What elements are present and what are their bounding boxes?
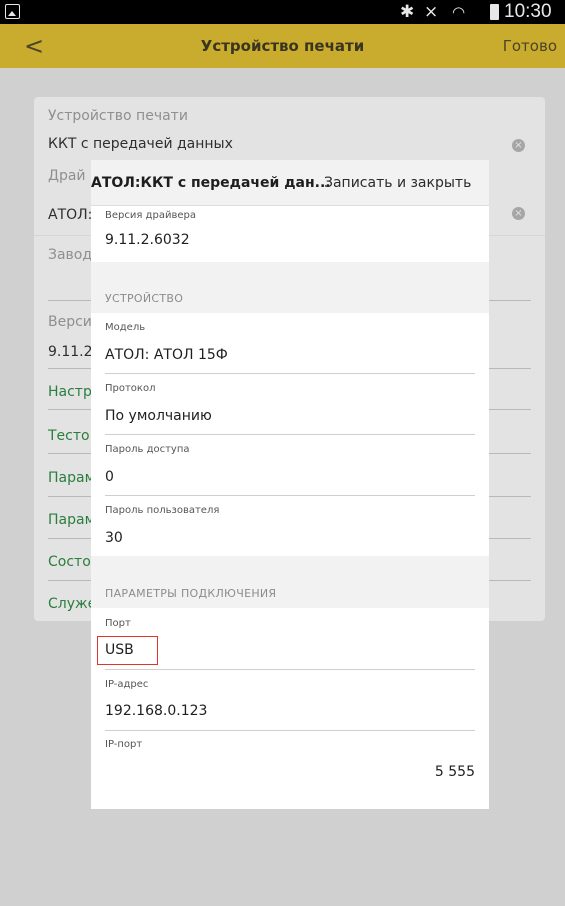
clear-device-icon[interactable]: × — [512, 139, 525, 152]
device-section-header: УСТРОЙСТВО — [105, 292, 184, 305]
model-label: Модель — [105, 322, 146, 333]
model-field[interactable]: АТОЛ: АТОЛ 15Ф — [105, 347, 228, 363]
mute-icon: ⨯ — [424, 2, 439, 22]
protocol-field[interactable]: По умолчанию — [105, 408, 212, 424]
ip-port-label: IP-порт — [105, 739, 143, 750]
version-value: 9.11.2 — [48, 344, 93, 360]
access-password-label: Пароль доступа — [105, 444, 190, 455]
driver-version-block: Версия драйвера 9.11.2.6032 — [91, 206, 489, 262]
device-label: Устройство печати — [48, 108, 188, 124]
version-label: Верси — [48, 314, 92, 330]
ip-address-field[interactable]: 192.168.0.123 — [105, 703, 207, 719]
test-link[interactable]: Тесто — [48, 428, 90, 444]
divider — [105, 730, 475, 731]
screenshot-icon — [5, 4, 20, 19]
access-password-field[interactable]: 0 — [105, 469, 114, 485]
wifi-icon: ◠ — [452, 3, 466, 21]
protocol-label: Протокол — [105, 383, 156, 394]
done-button[interactable]: Готово — [503, 24, 557, 68]
port-highlight-box — [97, 636, 158, 665]
bluetooth-icon: ✱ — [400, 2, 415, 22]
user-password-label: Пароль пользователя — [105, 505, 220, 516]
status-bar: ✱ ⨯ ◠ 10:30 — [0, 0, 565, 24]
port-label: Порт — [105, 618, 131, 629]
driver-settings-dialog: АТОЛ:ККТ с передачей дан... Записать и з… — [91, 160, 489, 809]
divider — [105, 495, 475, 496]
driver-label: Драй — [48, 168, 86, 184]
divider — [105, 434, 475, 435]
battery-icon — [490, 4, 499, 20]
connection-section-header: ПАРАМЕТРЫ ПОДКЛЮЧЕНИЯ — [105, 587, 277, 600]
driver-value[interactable]: АТОЛ: — [48, 207, 92, 223]
service-link[interactable]: Служе — [48, 596, 96, 612]
user-password-field[interactable]: 30 — [105, 530, 123, 546]
clear-driver-icon[interactable]: × — [512, 207, 525, 220]
state-link[interactable]: Состо — [48, 554, 91, 570]
divider — [105, 373, 475, 374]
ip-port-field[interactable]: 5 555 — [435, 764, 475, 780]
settings-link[interactable]: Настр — [48, 384, 92, 400]
device-section: Модель АТОЛ: АТОЛ 15Ф Протокол По умолча… — [91, 313, 489, 556]
parameters-link-1[interactable]: Парам — [48, 470, 95, 486]
page-title: Устройство печати — [200, 37, 365, 55]
divider — [105, 669, 475, 670]
app-header: Устройство печати < Готово — [0, 24, 565, 68]
status-time: 10:30 — [504, 1, 552, 22]
device-value[interactable]: ККТ с передачей данных — [48, 136, 233, 152]
save-and-close-button[interactable]: Записать и закрыть — [324, 160, 471, 206]
dialog-title: АТОЛ:ККТ с передачей дан... — [91, 175, 331, 191]
driver-version-label: Версия драйвера — [105, 210, 196, 221]
ip-address-label: IP-адрес — [105, 679, 149, 690]
dialog-header: АТОЛ:ККТ с передачей дан... Записать и з… — [91, 160, 489, 206]
driver-version-value: 9.11.2.6032 — [105, 232, 190, 248]
back-button[interactable]: < — [24, 24, 44, 68]
parameters-link-2[interactable]: Парам — [48, 512, 95, 528]
serial-label: Завод — [48, 247, 93, 263]
